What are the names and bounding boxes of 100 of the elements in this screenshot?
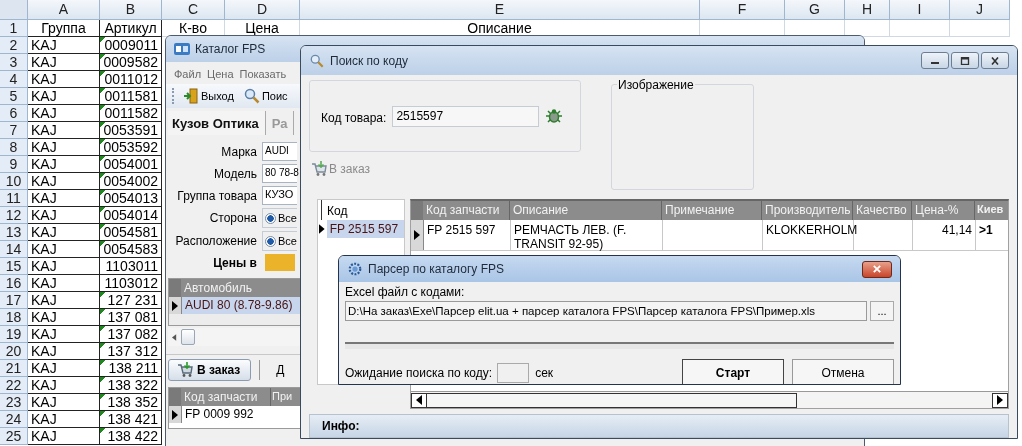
menu-item[interactable]: Файл: [174, 68, 202, 80]
row-number[interactable]: 7: [0, 122, 28, 139]
dropdown[interactable]: AUDI: [262, 142, 297, 161]
right-arrow-icon[interactable]: [997, 395, 1003, 406]
table-cell: KAJ: [28, 309, 100, 326]
row-selector[interactable]: [169, 406, 182, 423]
row-number[interactable]: 23: [0, 394, 28, 411]
field-label: Сторона: [208, 211, 257, 225]
scroll-thumb[interactable]: [181, 329, 195, 345]
row-number[interactable]: 20: [0, 343, 28, 360]
table-cell: 127 231: [100, 292, 162, 309]
table-cell: Группа: [28, 20, 100, 37]
group-label: Изображение: [617, 78, 695, 92]
radio-button[interactable]: [265, 212, 276, 224]
input-field[interactable]: КУЗО: [262, 186, 297, 205]
row-number[interactable]: 4: [0, 71, 28, 88]
row-number[interactable]: 9: [0, 156, 28, 173]
radio-label[interactable]: Все: [278, 212, 297, 224]
field-label: Группа товара: [176, 188, 257, 203]
cart-icon: [177, 362, 193, 378]
code-field[interactable]: 2515597: [392, 105, 540, 127]
column-letter[interactable]: I: [890, 0, 950, 20]
field-label: Марка: [220, 144, 257, 159]
restore-icon: [959, 56, 971, 65]
row-number[interactable]: 22: [0, 377, 28, 394]
grid-corner: [169, 388, 181, 406]
row-number[interactable]: 6: [0, 105, 28, 122]
maximize-button[interactable]: [951, 52, 979, 69]
table-cell: 138 422: [100, 428, 162, 445]
row-number[interactable]: 13: [0, 224, 28, 241]
table-cell: KAJ: [28, 139, 100, 156]
table-cell: KAJ: [28, 394, 100, 411]
bug-icon[interactable]: [545, 107, 564, 125]
table-cell: KAJ: [28, 343, 100, 360]
window-title: Поиск по коду: [330, 53, 408, 68]
row-number[interactable]: 12: [0, 207, 28, 224]
column-letter[interactable]: A: [28, 0, 100, 20]
row-number[interactable]: 14: [0, 241, 28, 258]
dropdown[interactable]: 80 78-8: [262, 164, 297, 183]
menu-item[interactable]: Показать: [239, 68, 287, 80]
row-number[interactable]: 16: [0, 275, 28, 292]
field-label: Ожидание поиска по коду:: [345, 365, 493, 380]
currency-swatch[interactable]: [265, 254, 295, 271]
toolbar-button[interactable]: Выход: [180, 88, 237, 104]
column-letter[interactable]: F: [700, 0, 785, 20]
table-cell: 138 322: [100, 377, 162, 394]
start-button[interactable]: Старт: [682, 359, 784, 384]
row-number[interactable]: 17: [0, 292, 28, 309]
row-number[interactable]: 25: [0, 428, 28, 445]
table-cell: KAJ: [28, 258, 100, 275]
wait-field[interactable]: [497, 362, 530, 383]
window-title: Каталог FPS: [195, 42, 266, 56]
table-cell-text: FP 0009 992: [184, 406, 255, 423]
toolbar-button[interactable]: Поис: [240, 88, 291, 104]
row-number[interactable]: 3: [0, 54, 28, 71]
row-selector[interactable]: [169, 297, 182, 314]
column-letter[interactable]: H: [845, 0, 890, 20]
column-letter[interactable]: J: [950, 0, 1010, 20]
radio-button[interactable]: [265, 235, 276, 247]
left-arrow-icon[interactable]: [416, 395, 422, 406]
search-icon: [309, 53, 325, 68]
app-icon: [174, 42, 190, 56]
cancel-button[interactable]: Отмена: [792, 359, 894, 384]
row-number[interactable]: 8: [0, 139, 28, 156]
row-number[interactable]: 18: [0, 309, 28, 326]
column-letter[interactable]: D: [225, 0, 300, 20]
radio-label[interactable]: Все: [278, 235, 297, 247]
table-cell: KAJ: [28, 122, 100, 139]
left-arrow-icon[interactable]: [172, 333, 177, 341]
list-item[interactable]: FP 2515 597: [326, 220, 404, 238]
row-number[interactable]: 11: [0, 190, 28, 207]
column-letter[interactable]: B: [100, 0, 162, 20]
row-number[interactable]: 21: [0, 360, 28, 377]
close-button[interactable]: [862, 260, 892, 278]
column-letter[interactable]: C: [162, 0, 225, 20]
table-cell: KAJ: [28, 173, 100, 190]
table-cell: РЕМЧАСТЬ ЛЕВ. (F. TRANSIT 92-95): [511, 220, 663, 250]
close-button[interactable]: [981, 52, 1009, 69]
tab[interactable]: Кузов Оптика: [168, 111, 266, 135]
menu-item[interactable]: Цена: [207, 68, 234, 80]
row-number[interactable]: 5: [0, 88, 28, 105]
row-number[interactable]: 10: [0, 173, 28, 190]
scrollbar[interactable]: [411, 391, 1008, 409]
row-number[interactable]: 15: [0, 258, 28, 275]
row-number[interactable]: 24: [0, 411, 28, 428]
toolbar-grip[interactable]: [172, 88, 176, 104]
file-path-field[interactable]: D:\На заказ\Exe\Парсер elit.ua + парсер каталога FPS\Парсер каталога FPS\Пример.xls: [345, 301, 867, 321]
close-icon: [871, 265, 883, 273]
column-letter[interactable]: G: [785, 0, 845, 20]
row-selector[interactable]: [411, 220, 424, 250]
order-button[interactable]: В заказ: [168, 359, 252, 381]
row-number[interactable]: 19: [0, 326, 28, 343]
minimize-button[interactable]: [921, 52, 949, 69]
column-letter[interactable]: E: [300, 0, 700, 20]
row-number[interactable]: 1: [0, 20, 28, 37]
field-label: Модель: [212, 166, 257, 181]
browse-button[interactable]: ...: [870, 301, 894, 321]
table-cell: 138 211: [100, 360, 162, 377]
row-pointer-icon: [319, 224, 325, 234]
row-number[interactable]: 2: [0, 37, 28, 54]
